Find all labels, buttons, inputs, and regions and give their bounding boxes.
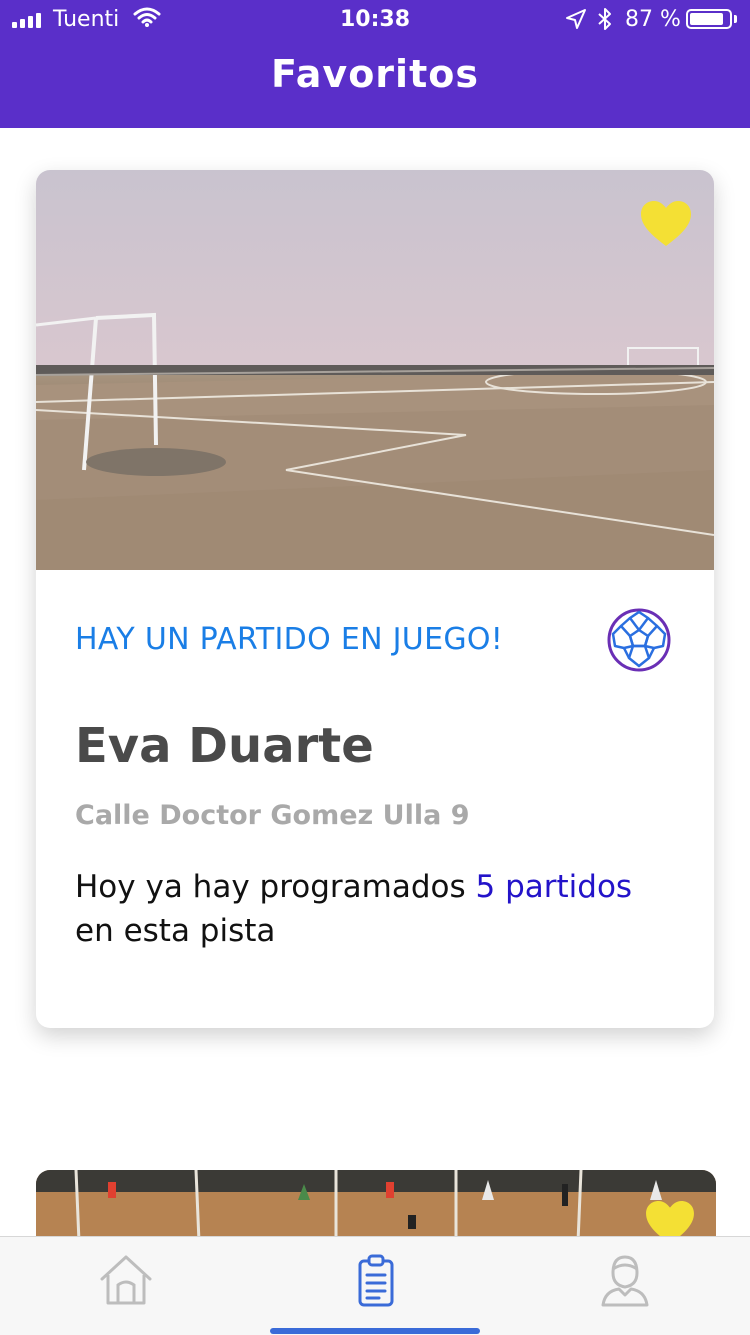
desc-suffix: en esta pista xyxy=(75,913,276,949)
app-header: Tuenti 10:38 87 % Favoritos xyxy=(0,0,750,128)
matches-count-link[interactable]: 5 partidos xyxy=(476,869,633,905)
home-icon[interactable] xyxy=(96,1251,156,1311)
desc-prefix: Hoy ya hay programados xyxy=(75,869,476,905)
match-status: HAY UN PARTIDO EN JUEGO! xyxy=(75,622,504,657)
bluetooth-icon xyxy=(598,8,611,30)
tab-bar xyxy=(0,1236,750,1335)
location-arrow-icon xyxy=(566,9,586,29)
court-card[interactable]: HAY UN PARTIDO EN JUEGO! Eva Duarte Call… xyxy=(36,170,714,1028)
court-name: Eva Duarte xyxy=(75,718,374,774)
profile-icon[interactable] xyxy=(595,1251,655,1311)
battery-tip xyxy=(734,15,737,23)
court-address: Calle Doctor Gomez Ulla 9 xyxy=(75,800,470,831)
battery-icon xyxy=(686,9,732,29)
status-bar: Tuenti 10:38 87 % xyxy=(0,0,750,40)
court-photo xyxy=(36,170,714,570)
battery-percent: 87 % xyxy=(625,7,681,32)
clipboard-list-icon[interactable] xyxy=(346,1251,406,1311)
soccer-ball-icon xyxy=(607,608,671,672)
battery-level xyxy=(690,13,723,25)
favorite-heart-icon[interactable] xyxy=(640,200,692,248)
page-title: Favoritos xyxy=(271,52,479,96)
active-tab-indicator xyxy=(270,1328,480,1334)
matches-description: Hoy ya hay programados 5 partidos en esta… xyxy=(75,865,685,953)
